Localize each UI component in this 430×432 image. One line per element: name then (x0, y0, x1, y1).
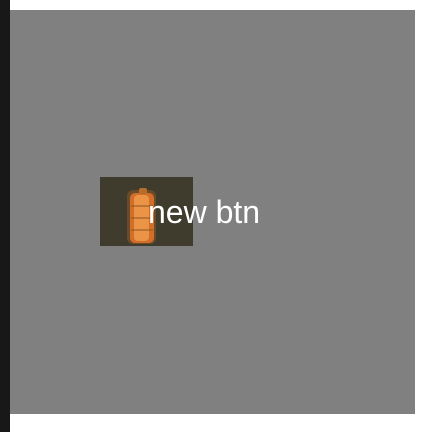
new-button[interactable]: new btn (100, 177, 290, 247)
new-button-label: new btn (148, 194, 261, 230)
window-edge (0, 0, 10, 432)
canvas-panel: new btn (10, 10, 415, 414)
